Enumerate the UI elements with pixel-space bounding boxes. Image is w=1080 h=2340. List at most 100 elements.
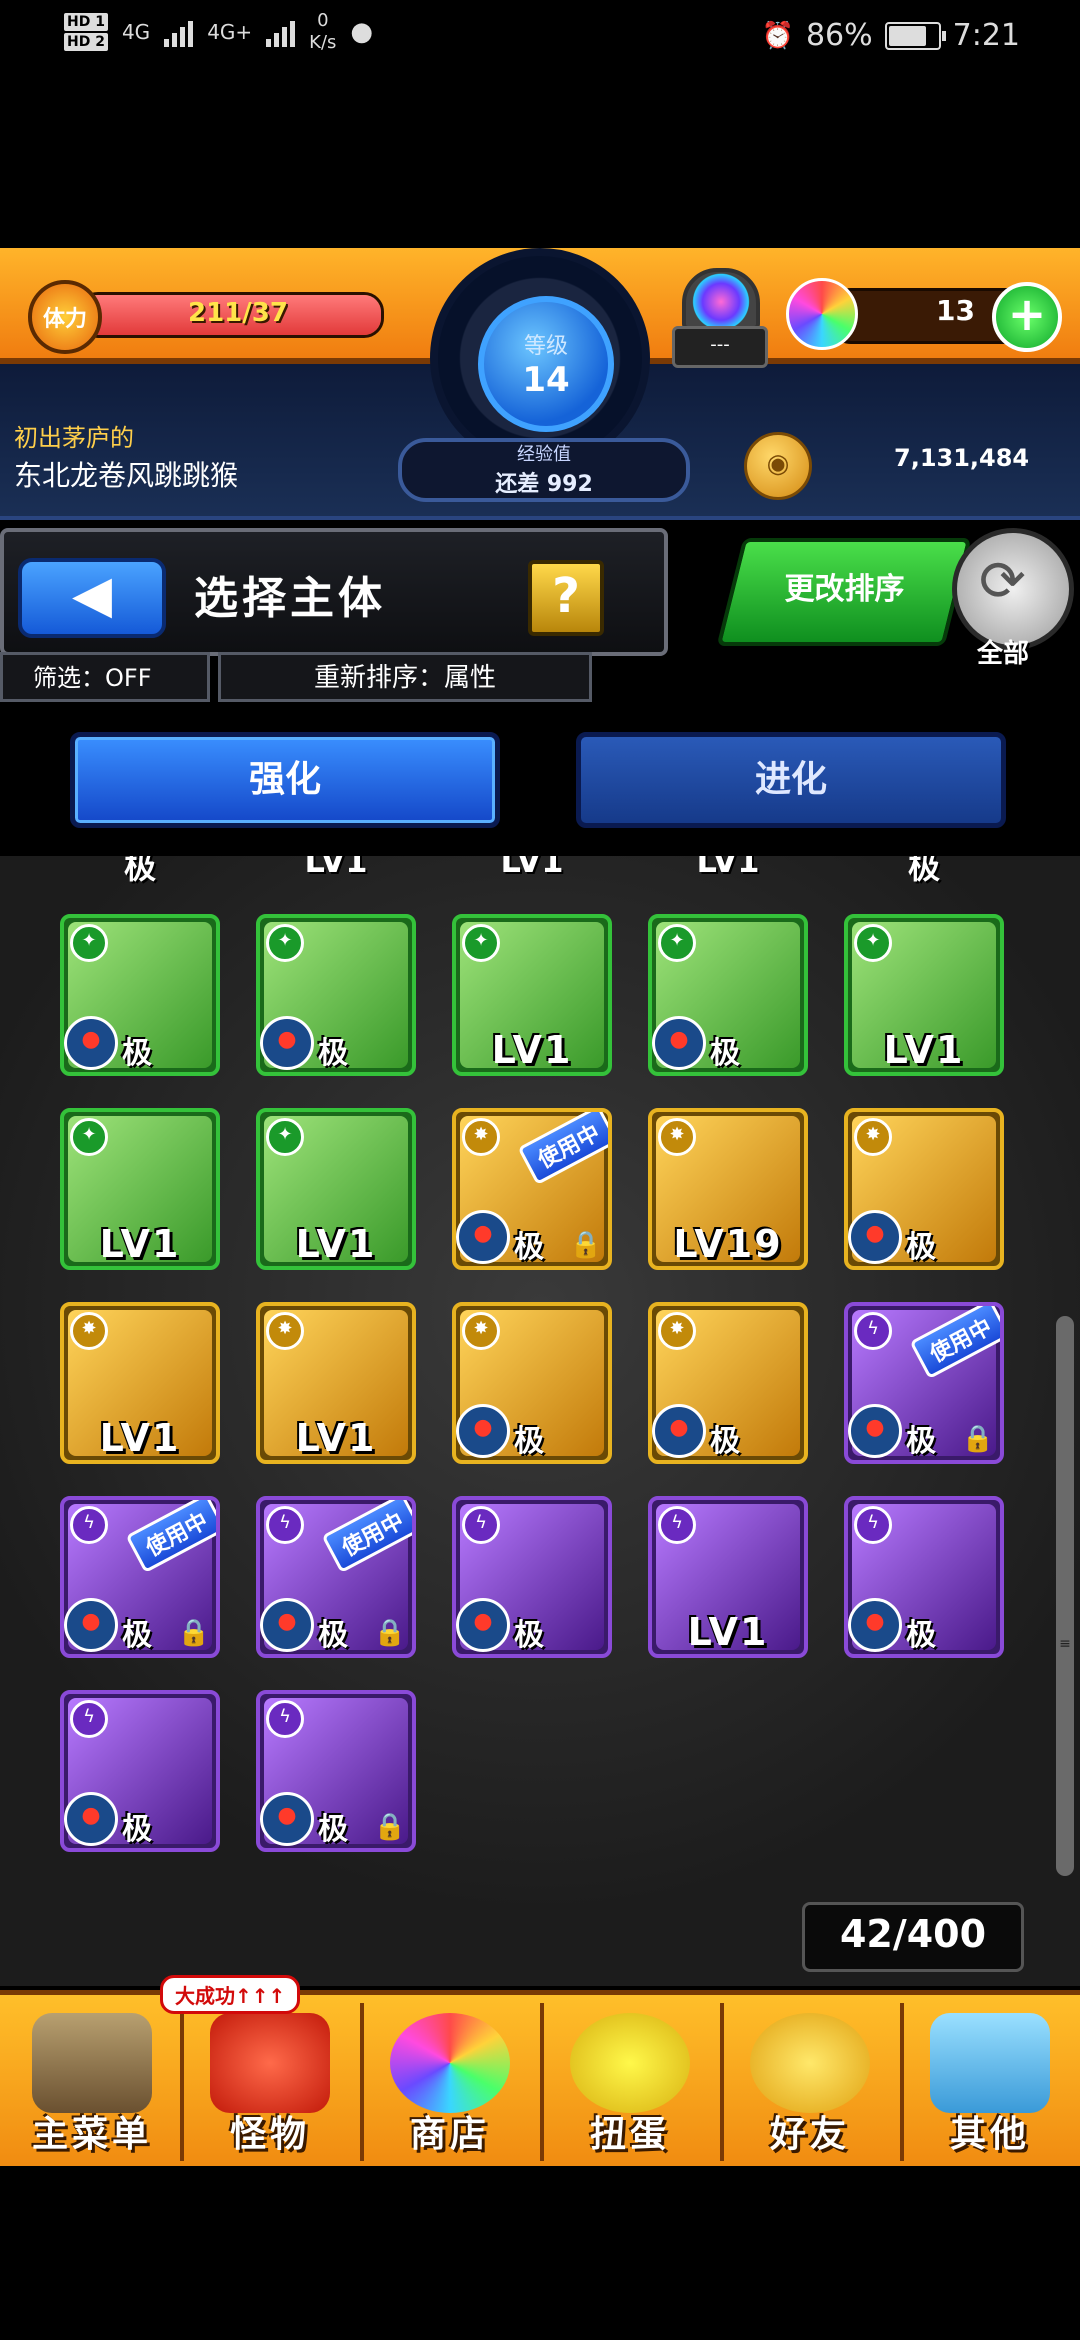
- nav-friends[interactable]: 好友: [724, 2001, 896, 2161]
- monster-card[interactable]: ✸ LV1: [60, 1302, 220, 1464]
- rank-tag: 极: [318, 1036, 348, 1071]
- monster-card[interactable]: ✦ ● 极: [256, 914, 416, 1076]
- status-left: HD 1 HD 2 4G 4G+ 0 K/s ●: [64, 10, 373, 54]
- monster-card[interactable]: ✸ ● 极使用中 🔒: [452, 1108, 612, 1270]
- scroll-grip-icon: ≡: [1059, 1636, 1071, 1652]
- rank-tag: 极: [710, 1036, 740, 1071]
- filter-button[interactable]: 筛选：OFF: [0, 652, 210, 702]
- nav-main-menu[interactable]: 主菜单: [6, 2001, 178, 2161]
- fruit-badge-icon: ●: [260, 1016, 314, 1070]
- change-sort-button[interactable]: 更改排序: [716, 538, 972, 646]
- level-label: LV1: [883, 1028, 965, 1072]
- stamina-icon: 体力: [28, 280, 102, 354]
- player-name: 东北龙卷风跳跳猴: [14, 459, 239, 492]
- peek-card[interactable]: 极: [60, 856, 220, 886]
- fruit-badge-icon: ●: [64, 1792, 118, 1846]
- rank-tag: 极: [514, 1230, 544, 1265]
- level-badge: 等级 14: [478, 296, 614, 432]
- element-icon: ✦: [70, 924, 108, 962]
- monster-card[interactable]: ✸ LV19: [648, 1108, 808, 1270]
- grid-scrollbar[interactable]: ≡: [1056, 1316, 1074, 1876]
- clock: 7:21: [952, 18, 1020, 53]
- egg-machine-icon[interactable]: ---: [672, 268, 768, 368]
- peek-card[interactable]: LV1: [256, 856, 416, 882]
- monster-card[interactable]: ✸ LV1: [256, 1302, 416, 1464]
- monster-card[interactable]: ✦ LV1: [60, 1108, 220, 1270]
- level-label: 等级: [523, 334, 568, 359]
- hd2-label: HD 2: [64, 33, 108, 51]
- monster-card[interactable]: ✦ ● 极: [60, 914, 220, 1076]
- stamina-meter[interactable]: 体力 211/37: [28, 280, 384, 354]
- level-label: LV1: [491, 1028, 573, 1072]
- resort-button[interactable]: 重新排序：属性: [218, 652, 592, 702]
- status-right: ⏰ 86% 7:21: [762, 18, 1020, 53]
- monster-card[interactable]: ✦ LV1: [452, 914, 612, 1076]
- lock-icon: 🔒: [373, 1618, 406, 1648]
- level-ring[interactable]: 等级 14: [430, 248, 650, 468]
- back-button[interactable]: ◀: [18, 558, 166, 638]
- nav-gacha[interactable]: 扭蛋: [544, 2001, 716, 2161]
- peek-card-label: LV1: [304, 856, 368, 880]
- tab-enhance[interactable]: 强化: [70, 732, 500, 828]
- monster-card[interactable]: ϟ ● 极: [60, 1690, 220, 1852]
- signal-1-icon: [164, 17, 194, 47]
- element-icon: ✦: [462, 924, 500, 962]
- monster-card[interactable]: ✦ LV1: [256, 1108, 416, 1270]
- element-icon: ✸: [658, 1118, 696, 1156]
- network-speed-value: 0: [317, 10, 329, 31]
- monster-card[interactable]: ϟ ● 极使用中 🔒: [256, 1496, 416, 1658]
- monster-card[interactable]: ✸ ● 极: [648, 1302, 808, 1464]
- refresh-icon: ⟳: [979, 549, 1026, 614]
- all-label: 全部: [977, 639, 1030, 669]
- monster-card[interactable]: ✦ LV1: [844, 914, 1004, 1076]
- add-orb-button[interactable]: +: [992, 282, 1062, 352]
- monster-card[interactable]: ✦ ● 极: [648, 914, 808, 1076]
- element-icon: ϟ: [854, 1312, 892, 1350]
- orb-icon: [786, 278, 858, 350]
- nav-friends-label: 好友: [769, 2114, 850, 2155]
- gold-amount: 7,131,484: [894, 444, 1030, 472]
- peek-card[interactable]: LV1: [648, 856, 808, 882]
- nav-monsters-label: 怪物: [229, 2114, 310, 2155]
- level-value: 14: [522, 360, 570, 400]
- monster-card[interactable]: ϟ ● 极: [452, 1496, 612, 1658]
- peek-card-label: 极: [123, 856, 156, 886]
- peek-card[interactable]: 极: [844, 856, 1004, 886]
- element-icon: ϟ: [266, 1700, 304, 1738]
- signal-2-icon: [266, 17, 296, 47]
- monster-card[interactable]: ✸ ● 极: [844, 1108, 1004, 1270]
- fruit-badge-icon: ●: [456, 1404, 510, 1458]
- monster-card[interactable]: ✸ ● 极: [452, 1302, 612, 1464]
- fruit-badge-icon: ●: [260, 1792, 314, 1846]
- egg-icon: [570, 2013, 690, 2113]
- peek-card[interactable]: LV1: [452, 856, 612, 882]
- nav-monsters[interactable]: 怪物: [184, 2001, 356, 2161]
- nav-other[interactable]: 其他: [904, 2001, 1076, 2161]
- bottom-nav: 大成功↑↑↑ 主菜单 怪物 商店 扭蛋 好友 其他: [0, 1975, 1080, 2171]
- select-bar: ◀ 选择主体 ? 更改排序 ⟳ 全部 筛选：OFF 重新排序：属性: [0, 528, 1080, 708]
- game-header: 体力 211/37 等级 14 经验值 还差 992 --- 13 + 初出茅庐…: [0, 248, 1080, 520]
- player-title: 初出茅庐的: [14, 424, 134, 452]
- rank-tag: 极: [122, 1618, 152, 1653]
- hd-indicator: HD 1 HD 2: [64, 12, 108, 52]
- tab-evolve[interactable]: 进化: [576, 732, 1006, 828]
- monster-card[interactable]: ϟ ● 极使用中 🔒: [844, 1302, 1004, 1464]
- help-button[interactable]: ?: [528, 560, 604, 636]
- all-toggle-button[interactable]: ⟳ 全部: [952, 528, 1074, 669]
- element-icon: ✦: [854, 924, 892, 962]
- rank-tag: 极: [318, 1618, 348, 1653]
- level-label: LV1: [295, 1416, 377, 1460]
- network-speed: 0 K/s: [309, 10, 336, 54]
- fruit-badge-icon: ●: [848, 1404, 902, 1458]
- monster-card[interactable]: ϟ ● 极: [844, 1496, 1004, 1658]
- monster-grid: 极 LV1 LV1 LV1 极 ✦ ● 极 ✦ ● 极 ✦ LV1 ✦ ● 极 ✦ LV1 ✦ LV1 ✦ LV…: [0, 856, 1080, 1986]
- lock-icon: 🔒: [373, 1812, 406, 1842]
- monster-card[interactable]: ϟ LV1: [648, 1496, 808, 1658]
- monster-card[interactable]: ϟ ● 极使用中 🔒: [60, 1496, 220, 1658]
- monster-card[interactable]: ϟ ● 极 🔒: [256, 1690, 416, 1852]
- battery-percent: 86%: [805, 18, 873, 53]
- castle-icon: [32, 2013, 152, 2113]
- fruit-badge-icon: ●: [652, 1404, 706, 1458]
- nav-shop[interactable]: 商店: [364, 2001, 536, 2161]
- fruit-badge-icon: ●: [652, 1016, 706, 1070]
